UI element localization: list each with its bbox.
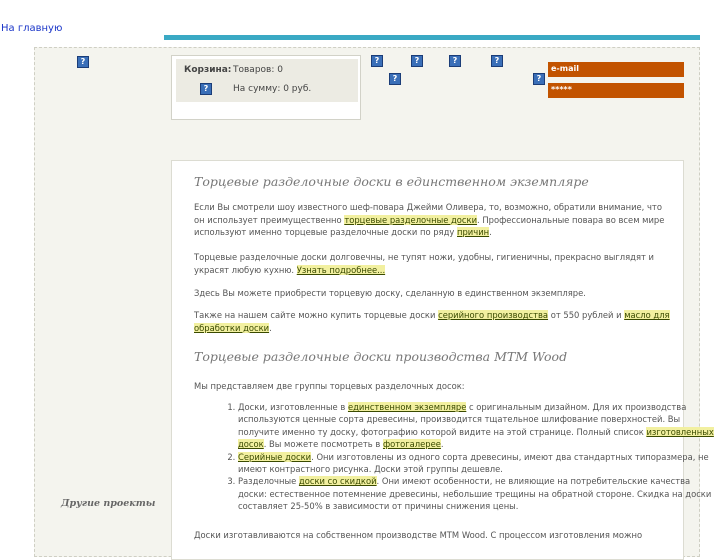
broken-image-icon: ? bbox=[491, 55, 503, 67]
photo-gallery-link[interactable]: фотогалерее bbox=[382, 439, 441, 450]
list-item: Разделочные доски со скидкой. Они имеют … bbox=[238, 475, 718, 512]
broken-image-icon: ? bbox=[411, 55, 423, 67]
header-stripe bbox=[164, 35, 700, 40]
other-projects-heading: Другие проекты bbox=[61, 498, 156, 509]
broken-image-icon: ? bbox=[449, 55, 461, 67]
production-paragraph: Доски изготавливаются на собственном про… bbox=[194, 530, 643, 540]
list-item: Серийные доски. Они изготовлены из одног… bbox=[238, 451, 718, 476]
board-groups-list: Доски, изготовленные в единственном экзе… bbox=[194, 401, 718, 513]
broken-image-icon: ? bbox=[389, 73, 401, 85]
email-field[interactable]: e-mail bbox=[548, 62, 684, 77]
broken-image-icon: ? bbox=[533, 73, 545, 85]
intro-paragraph: Если Вы смотрели шоу известного шеф-пова… bbox=[194, 202, 665, 237]
serial-production-link[interactable]: серийного производства bbox=[438, 310, 549, 320]
section-title: Торцевые разделочные доски производства … bbox=[194, 349, 568, 364]
list-item: Доски, изготовленные в единственном экзе… bbox=[238, 401, 718, 451]
reasons-link[interactable]: причин bbox=[457, 227, 490, 237]
end-grain-boards-link[interactable]: торцевые разделочные доски bbox=[344, 214, 478, 225]
article-content: Торцевые разделочные доски в единственно… bbox=[171, 160, 714, 560]
unique-board-paragraph: Здесь Вы можете приобрести торцевую доск… bbox=[194, 288, 586, 298]
discount-boards-link[interactable]: доски со скидкой bbox=[298, 476, 377, 487]
serial-boards-paragraph: Также на нашем сайте можно купить торцев… bbox=[194, 310, 670, 333]
cart-sum: На сумму: 0 руб. bbox=[233, 84, 312, 94]
benefits-paragraph: Торцевые разделочные доски долговечны, н… bbox=[194, 252, 654, 275]
cart-panel: Корзина: Товаров: 0 На сумму: 0 руб. bbox=[176, 59, 358, 102]
password-field[interactable]: ***** bbox=[548, 83, 684, 98]
broken-image-icon: ? bbox=[371, 55, 383, 67]
cart-icon[interactable]: ? bbox=[200, 83, 212, 95]
cart-goods-count: Товаров: 0 bbox=[233, 65, 283, 75]
learn-more-link[interactable]: Узнать подробнее... bbox=[296, 264, 386, 275]
cart-label: Корзина: bbox=[184, 65, 232, 75]
broken-image-icon: ? bbox=[77, 56, 89, 68]
groups-intro: Мы представляем две группы торцевых разд… bbox=[194, 381, 465, 391]
cart-widget: Корзина: Товаров: 0 На сумму: 0 руб. ? bbox=[171, 55, 361, 120]
serial-boards-link[interactable]: Серийные доски bbox=[238, 451, 312, 462]
unique-copy-link[interactable]: единственном экземпляре bbox=[347, 402, 467, 412]
article-title: Торцевые разделочные доски в единственно… bbox=[194, 174, 589, 189]
home-link[interactable]: На главную bbox=[1, 23, 62, 34]
